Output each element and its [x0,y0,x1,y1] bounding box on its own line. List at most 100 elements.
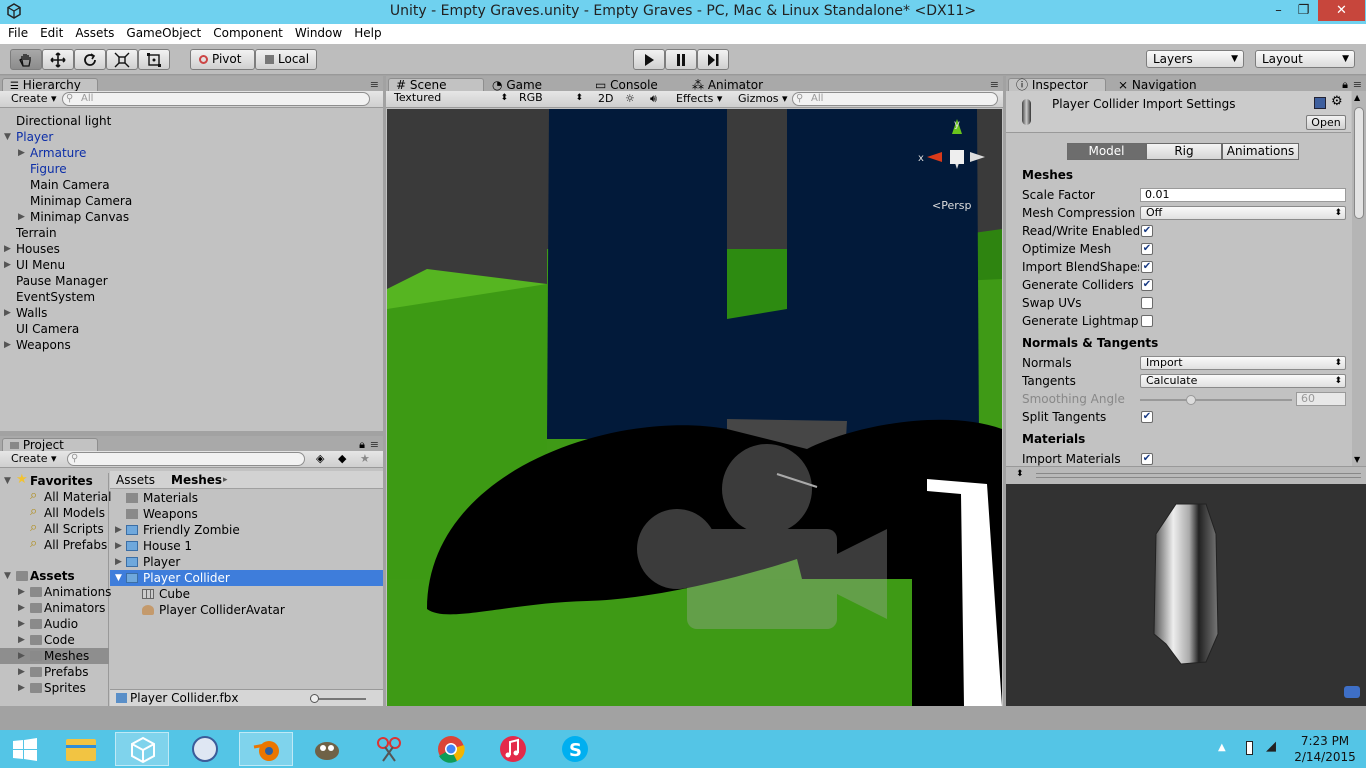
collapsed-arrow-icon[interactable]: ▶ [115,554,122,570]
project-file-item[interactable]: Cube [110,586,383,602]
menu-window[interactable]: Window [289,24,348,40]
project-file-item[interactable]: ▶ Friendly Zombie [110,522,383,538]
hierarchy-item[interactable]: ▶ Armature [0,145,383,161]
toggle-2d-button[interactable]: 2D [598,92,613,105]
mesh-option-checkbox[interactable]: ✔ [1141,279,1153,291]
tab-project[interactable]: Project [2,438,98,452]
clock[interactable]: 7:23 PM 2/14/2015 [1290,733,1360,765]
scene-audio-icon[interactable]: 🔊︎ [650,92,657,106]
help-book-icon[interactable] [1314,97,1326,109]
scale-factor-input[interactable]: 0.01 [1140,188,1346,202]
hierarchy-item[interactable]: ▼ Player [0,129,383,145]
tab-navigation[interactable]: ⨯ Navigation [1110,78,1220,92]
favorite-item[interactable]: ⌕ All Prefabs [0,536,109,553]
scene-search-input[interactable]: ⚲ All [792,92,998,106]
preview-menu-icon[interactable]: ⬍ [1016,469,1024,479]
minimize-button[interactable]: – [1264,0,1293,21]
mesh-option-checkbox[interactable] [1141,297,1153,309]
menu-component[interactable]: Component [207,24,289,40]
draw-mode-dropdown[interactable]: Textured ⬍ [389,92,511,106]
collapsed-arrow-icon[interactable]: ▶ [18,145,25,161]
battery-icon[interactable] [1246,741,1253,755]
breadcrumb-assets[interactable]: Assets [116,472,155,488]
hierarchy-create-button[interactable]: Create ▾ [11,92,57,105]
hierarchy-item[interactable]: Pause Manager [0,273,383,289]
collapsed-arrow-icon[interactable]: ▶ [4,257,11,273]
collapsed-arrow-icon[interactable]: ▶ [115,522,122,538]
taskbar-chrome[interactable] [424,732,478,766]
asset-folder[interactable]: ▶ Audio [0,616,109,632]
collapsed-arrow-icon[interactable]: ▶ [18,664,25,680]
mesh-option-checkbox[interactable] [1141,315,1153,327]
hierarchy-item[interactable]: Minimap Camera [0,193,383,209]
collapsed-arrow-icon[interactable]: ▶ [115,538,122,554]
expanded-arrow-icon[interactable]: ▼ [4,129,11,145]
collapsed-arrow-icon[interactable]: ▶ [18,680,25,696]
rect-tool-button[interactable] [138,49,170,70]
asset-folder[interactable]: ▶ Animations [0,584,111,600]
scene-lighting-icon[interactable]: ☼ [625,92,635,105]
icon-size-slider[interactable] [310,694,366,703]
project-file-item[interactable]: ▶ Player [110,554,383,570]
project-file-item[interactable]: ▶ House 1 [110,538,383,554]
effects-dropdown[interactable]: Effects ▾ [676,92,722,105]
show-hidden-icons-icon[interactable]: ▲ [1218,742,1226,753]
hierarchy-item[interactable]: ▶ Walls [0,305,383,321]
collapsed-arrow-icon[interactable]: ▶ [18,584,25,600]
taskbar-unity[interactable] [115,732,169,766]
hierarchy-item[interactable]: Directional light [0,113,383,129]
hierarchy-item[interactable]: ▶ Houses [0,241,383,257]
hierarchy-item[interactable]: ▶ Minimap Canvas [0,209,383,225]
close-button[interactable]: ✕ [1318,0,1365,21]
network-icon[interactable]: ◢ [1266,739,1276,754]
expanded-arrow-icon[interactable]: ▼ [4,568,11,584]
gizmos-dropdown[interactable]: Gizmos ▾ [738,92,788,105]
expanded-arrow-icon[interactable]: ▼ [115,570,122,586]
hierarchy-item[interactable]: EventSystem [0,289,383,305]
start-button[interactable] [0,732,50,766]
collapsed-arrow-icon[interactable]: ▶ [4,305,11,321]
slider-thumb[interactable] [310,694,319,703]
asset-folder[interactable]: ▶ Animators [0,600,109,616]
project-file-item[interactable]: Materials [110,490,383,506]
menu-assets[interactable]: Assets [69,24,120,40]
hierarchy-item[interactable]: Main Camera [0,177,383,193]
taskbar-snipping[interactable] [362,732,416,766]
hierarchy-search-input[interactable]: ⚲ All [62,92,370,106]
local-button[interactable]: Local [255,49,317,70]
collapsed-arrow-icon[interactable]: ▶ [4,337,11,353]
panel-menu-icon[interactable]: ≡ [370,78,379,91]
mesh-option-checkbox[interactable]: ✔ [1141,225,1153,237]
project-file-item[interactable]: Weapons [110,506,383,522]
hierarchy-item[interactable]: ▶ Weapons [0,337,383,353]
panel-menu-icon[interactable]: ≡ [990,78,999,91]
scale-tool-button[interactable] [106,49,138,70]
model-preview[interactable] [1006,484,1366,706]
collapsed-arrow-icon[interactable]: ▶ [4,241,11,257]
asset-folder[interactable]: ▶ Code [0,632,109,648]
tab-game[interactable]: ◔ Game [484,78,580,92]
favorites-header[interactable]: ▼ ★ Favorites [0,472,109,489]
mesh-option-checkbox[interactable]: ✔ [1141,261,1153,273]
tab-hierarchy[interactable]: ☰ Hierarchy [2,78,98,92]
open-button[interactable]: Open [1306,115,1346,130]
taskbar-app-globe[interactable] [178,732,232,766]
collapsed-arrow-icon[interactable]: ▶ [18,648,25,664]
asset-folder[interactable]: ▶ Sprites [0,680,109,696]
tab-model[interactable]: Model [1067,143,1146,160]
split-tangents-checkbox[interactable]: ✔ [1141,411,1153,423]
render-mode-dropdown[interactable]: RGB ⬍ [514,92,586,106]
filter-type-icon[interactable]: ◈ [316,452,324,465]
tab-inspector[interactable]: ⓘ Inspector [1008,78,1106,92]
taskbar-skype[interactable]: S [548,732,602,766]
mesh-option-checkbox[interactable]: ✔ [1141,243,1153,255]
panel-menu-icon[interactable]: ≡ [370,438,379,451]
layers-dropdown[interactable]: Layers ▼ [1146,50,1244,68]
menu-gameobject[interactable]: GameObject [120,24,207,40]
taskbar-explorer[interactable] [54,732,108,766]
assets-header[interactable]: ▼ Assets [0,568,109,584]
splitter-grip[interactable] [1036,473,1361,478]
project-file-item[interactable]: ▼ Player Collider [110,570,383,586]
tangents-dropdown[interactable]: Calculate ⬍ [1140,374,1346,388]
expanded-arrow-icon[interactable]: ▼ [4,473,11,489]
